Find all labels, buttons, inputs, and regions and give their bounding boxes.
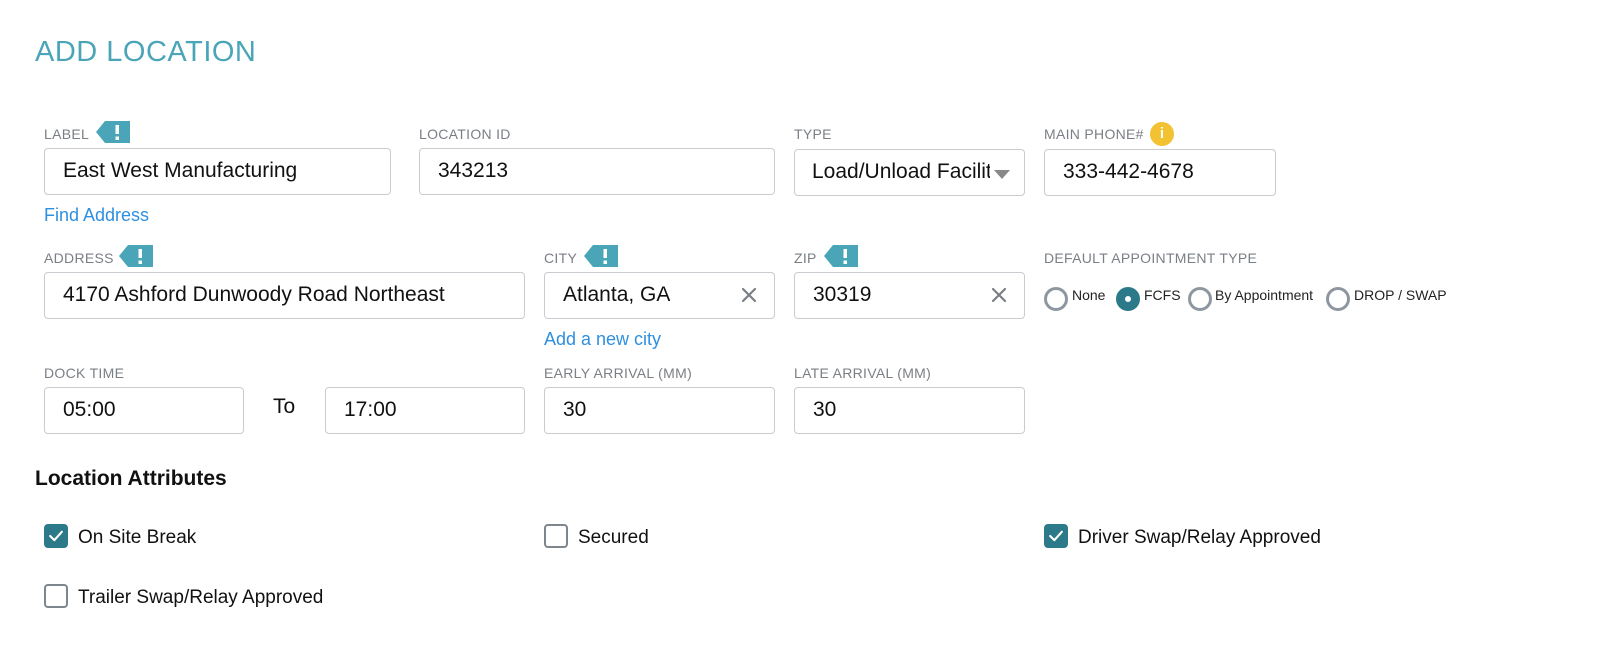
driver-swap-relay-label[interactable]: Driver Swap/Relay Approved [1078,527,1321,549]
location-id-input[interactable]: 343213 [419,148,775,195]
driver-swap-relay-checkbox[interactable] [1044,524,1068,548]
early-arrival-value: 30 [563,398,587,421]
address-input[interactable]: 4170 Ashford Dunwoody Road Northeast [44,272,525,319]
city-label: CITY [544,250,578,266]
main-phone-label: MAIN PHONE# [1044,126,1144,142]
clear-icon[interactable] [738,284,760,306]
page-title: ADD LOCATION [35,36,257,68]
trailer-swap-relay-label[interactable]: Trailer Swap/Relay Approved [78,587,323,609]
zip-label: ZIP [794,250,817,266]
late-arrival-value: 30 [813,398,837,421]
required-flag-icon [96,121,130,143]
dock-time-label: DOCK TIME [44,365,125,381]
radio-fcfs-label[interactable]: FCFS [1144,287,1181,303]
location-id-value: 343213 [438,159,509,182]
clear-icon[interactable] [988,284,1010,306]
checkmark-icon [49,530,63,542]
main-phone-value: 333-442-4678 [1063,160,1194,183]
late-arrival-label: LATE ARRIVAL (MM) [794,365,932,381]
info-icon[interactable]: i [1150,122,1174,146]
address-value: 4170 Ashford Dunwoody Road Northeast [63,283,445,306]
required-flag-icon [584,245,618,267]
trailer-swap-relay-checkbox[interactable] [44,584,68,608]
dock-time-to-value: 17:00 [344,398,397,421]
location-id-label: LOCATION ID [419,126,511,142]
city-value: Atlanta, GA [563,283,671,306]
zip-value: 30319 [813,283,872,306]
secured-label[interactable]: Secured [578,527,649,549]
late-arrival-input[interactable]: 30 [794,387,1025,434]
zip-input[interactable]: 30319 [794,272,1025,319]
radio-drop-swap-label[interactable]: DROP / SWAP [1354,287,1447,303]
dock-time-to-label: To [273,395,296,418]
label-input[interactable]: East West Manufacturing [44,148,391,195]
dock-time-from-value: 05:00 [63,398,116,421]
find-address-link[interactable]: Find Address [44,205,149,226]
label-input-value: East West Manufacturing [63,159,298,182]
address-label: ADDRESS [44,250,114,266]
early-arrival-label: EARLY ARRIVAL (MM) [544,365,693,381]
radio-none-label[interactable]: None [1072,287,1105,303]
label-field-label: LABEL [44,126,90,142]
radio-fcfs[interactable] [1116,287,1140,311]
add-new-city-link[interactable]: Add a new city [544,329,661,350]
location-attributes-title: Location Attributes [35,467,227,490]
radio-none[interactable] [1044,287,1068,311]
required-flag-icon [119,245,153,267]
dock-time-to-input[interactable]: 17:00 [325,387,525,434]
radio-drop-swap[interactable] [1326,287,1350,311]
early-arrival-input[interactable]: 30 [544,387,775,434]
required-flag-icon [824,245,858,267]
dropdown-arrow-icon [994,170,1010,179]
dock-time-from-input[interactable]: 05:00 [44,387,244,434]
type-select-value: Load/Unload Facility [812,160,990,183]
main-phone-input[interactable]: 333-442-4678 [1044,149,1276,196]
checkmark-icon [1049,530,1063,542]
secured-checkbox[interactable] [544,524,568,548]
on-site-break-checkbox[interactable] [44,524,68,548]
radio-by-appointment[interactable] [1188,287,1212,311]
on-site-break-label[interactable]: On Site Break [78,527,196,549]
type-select[interactable]: Load/Unload Facility [794,149,1025,196]
appointment-type-label: DEFAULT APPOINTMENT TYPE [1044,250,1258,266]
radio-by-appointment-label[interactable]: By Appointment [1215,287,1313,303]
city-input[interactable]: Atlanta, GA [544,272,775,319]
type-label: TYPE [794,126,832,142]
appointment-type-radio-group: None FCFS By Appointment DROP / SWAP [1044,284,1474,314]
